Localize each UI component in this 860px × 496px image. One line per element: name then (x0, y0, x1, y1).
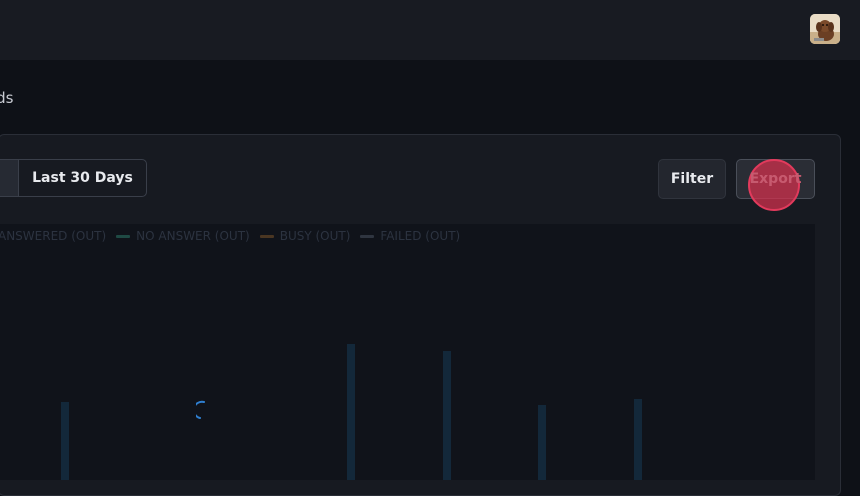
chart-bar (61, 402, 69, 480)
chart-bar (538, 405, 546, 480)
chart-bar (443, 351, 451, 480)
chart-bar (347, 344, 355, 480)
export-button[interactable]: Export (736, 159, 815, 199)
legend-label: ANSWERED (OUT) (0, 229, 107, 243)
user-avatar[interactable] (810, 14, 840, 44)
legend-label: BUSY (OUT) (279, 229, 351, 243)
avatar-image-icon (810, 14, 840, 44)
legend-label: NO ANSWER (OUT) (136, 229, 250, 243)
date-range-group: Last 30 Days (0, 159, 147, 199)
legend-item[interactable]: NO ANSWER (OUT) (116, 229, 250, 243)
range-previous-button[interactable] (0, 159, 18, 197)
filter-button[interactable]: Filter (658, 159, 726, 199)
top-navigation-bar (0, 0, 860, 60)
legend-item[interactable]: ANSWERED (OUT) (0, 229, 106, 243)
chart-legend: ANSWERED (OUT) NO ANSWER (OUT) BUSY (OUT… (0, 228, 470, 244)
page-title-text: ords (0, 89, 14, 107)
legend-label: FAILED (OUT) (380, 229, 461, 243)
legend-swatch (360, 234, 375, 238)
loading-spinner-icon (196, 400, 205, 419)
legend-swatch (116, 234, 131, 238)
legend-item[interactable]: BUSY (OUT) (259, 229, 351, 243)
legend-item[interactable]: FAILED (OUT) (360, 229, 460, 243)
legend-swatch (259, 234, 274, 238)
range-last-30-days-button[interactable]: Last 30 Days (18, 159, 147, 197)
chart-area (0, 224, 815, 480)
page-title: ords (0, 89, 60, 107)
chart-bar (634, 399, 642, 480)
